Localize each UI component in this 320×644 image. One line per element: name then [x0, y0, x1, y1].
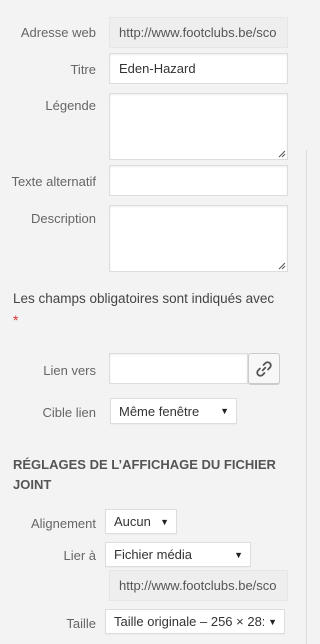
alt-text-field[interactable] — [109, 165, 288, 196]
required-asterisk: * — [13, 312, 19, 328]
url-field[interactable]: http://www.footclubs.be/sco — [109, 17, 288, 48]
link-to-file-select[interactable]: Fichier média ▼ — [105, 542, 251, 567]
link-to-file-value: Fichier média — [114, 547, 193, 562]
link-target-select[interactable]: Même fenêtre ▼ — [110, 398, 237, 424]
chevron-down-icon: ▼ — [234, 549, 243, 560]
link-to-field[interactable] — [109, 353, 248, 384]
size-value: Taille originale – 256 × 28: — [114, 614, 264, 629]
alignment-select[interactable]: Aucun ▼ — [105, 509, 177, 534]
chevron-down-icon: ▼ — [220, 406, 229, 416]
chevron-down-icon: ▼ — [160, 516, 169, 527]
link-target-value: Même fenêtre — [119, 403, 200, 419]
link-icon — [256, 360, 272, 377]
description-textarea[interactable] — [109, 205, 288, 272]
caption-label: Légende — [45, 98, 96, 113]
link-to-label: Lien vers — [43, 363, 96, 378]
link-button[interactable] — [248, 353, 280, 384]
title-label: Titre — [70, 62, 96, 77]
chevron-down-icon: ▼ — [268, 616, 277, 627]
size-select[interactable]: Taille originale – 256 × 28: ▼ — [105, 609, 285, 634]
resize-grip-icon[interactable] — [277, 149, 286, 158]
url-label: Adresse web — [20, 25, 96, 40]
alt-text-label: Texte alternatif — [11, 174, 96, 189]
link-url-field[interactable]: http://www.footclubs.be/sco — [109, 570, 288, 601]
required-fields-note: Les champs obligatoires sont indiqués av… — [13, 291, 275, 306]
panel-right-border — [306, 150, 307, 644]
caption-textarea[interactable] — [109, 93, 288, 160]
link-target-label: Cible lien — [42, 405, 96, 420]
display-settings-heading: Réglages de l’affichage du fichier joint — [13, 457, 276, 492]
resize-grip-icon[interactable] — [277, 261, 286, 270]
size-label: Taille — [66, 616, 96, 631]
description-label: Description — [30, 211, 96, 226]
link-to-file-label: Lier à — [63, 548, 96, 563]
alignment-value: Aucun — [114, 514, 151, 529]
alignment-label: Alignement — [30, 516, 96, 531]
title-field[interactable]: Eden-Hazard — [109, 53, 288, 84]
